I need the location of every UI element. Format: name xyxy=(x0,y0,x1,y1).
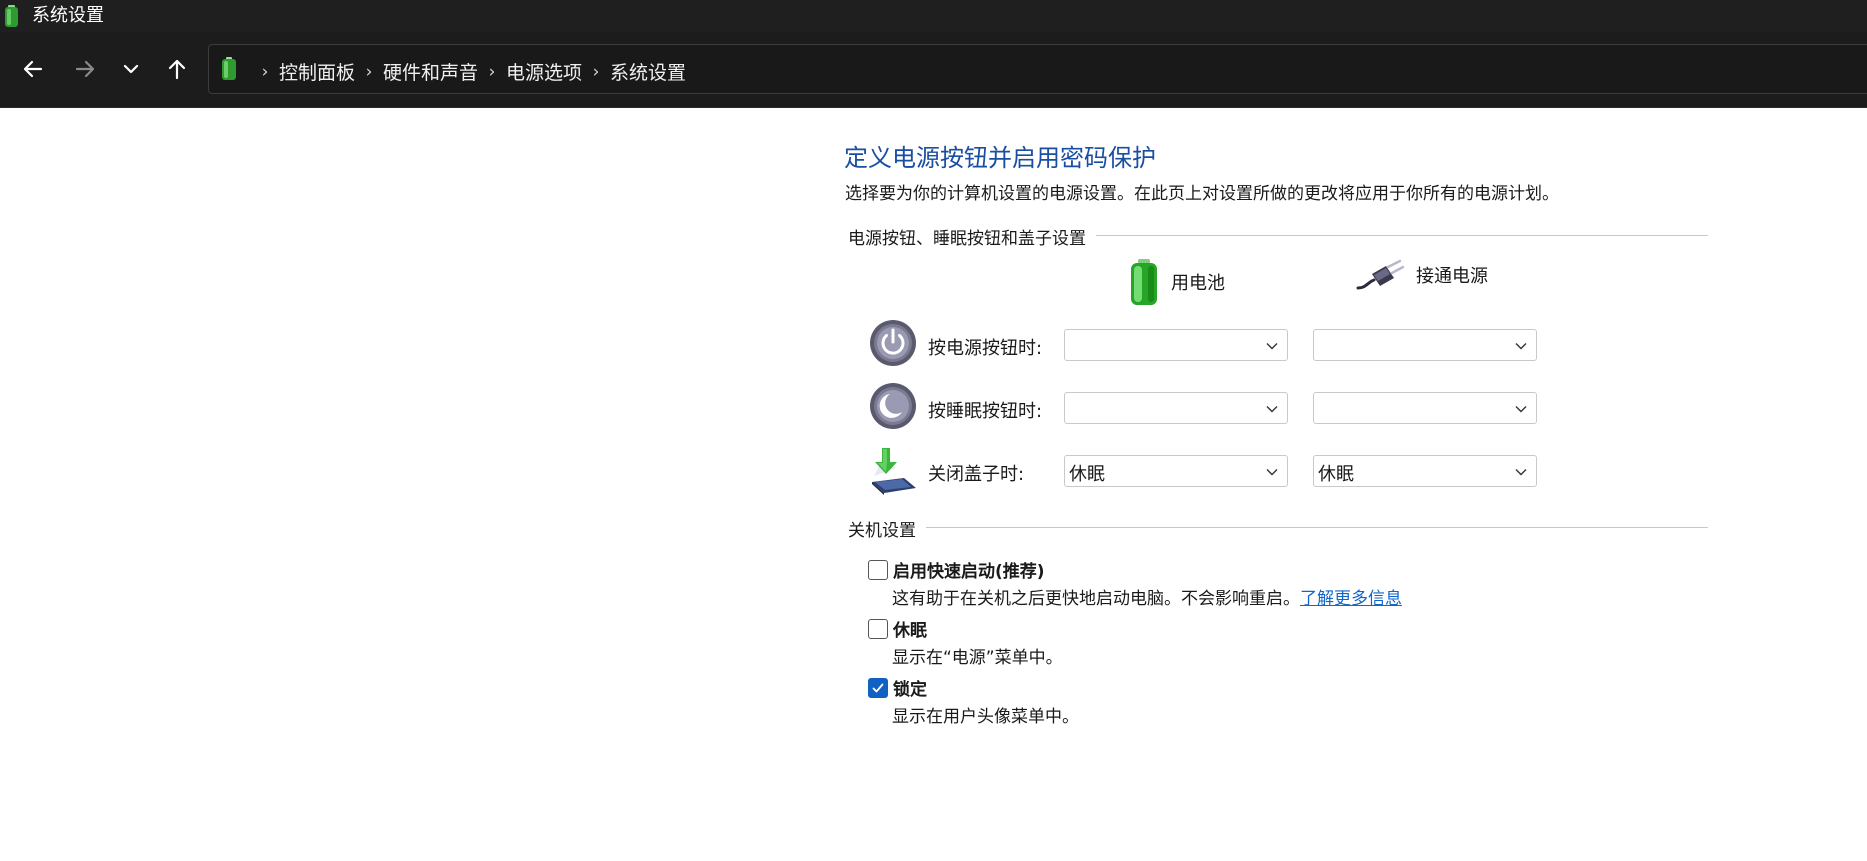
hibernate-label[interactable]: 休眠 xyxy=(893,616,927,641)
battery-location-icon xyxy=(222,57,236,80)
hibernate-description: 显示在“电源”菜单中。 xyxy=(892,648,1063,668)
chevron-down-icon xyxy=(1515,469,1527,476)
title-bar: 系统设置 xyxy=(0,0,1867,32)
breadcrumb-system-settings[interactable]: 系统设置 xyxy=(610,58,686,85)
power-button-battery-select[interactable] xyxy=(1064,329,1288,361)
lock-label[interactable]: 锁定 xyxy=(893,675,927,700)
fast-startup-checkbox[interactable] xyxy=(868,560,888,580)
page-title: 定义电源按钮并启用密码保护 xyxy=(844,144,1156,172)
learn-more-link[interactable]: 了解更多信息 xyxy=(1300,589,1402,609)
section-divider xyxy=(848,527,1708,528)
fast-startup-label[interactable]: 启用快速启动(推荐) xyxy=(893,557,1045,582)
column-label-plugged-in: 接通电源 xyxy=(1416,266,1488,287)
breadcrumb-separator[interactable]: › xyxy=(582,62,610,82)
breadcrumb-separator[interactable]: › xyxy=(251,62,279,82)
breadcrumb-separator[interactable]: › xyxy=(478,62,506,82)
checkmark-icon xyxy=(872,683,884,693)
chevron-down-icon xyxy=(1515,343,1527,350)
sleep-button-plugged-select[interactable] xyxy=(1313,392,1537,424)
lid-close-battery-select[interactable]: 休眠 xyxy=(1064,455,1288,487)
laptop-lid-icon xyxy=(872,448,916,495)
lid-close-label: 关闭盖子时: xyxy=(928,464,1025,485)
battery-app-icon xyxy=(5,5,18,27)
chevron-down-icon xyxy=(1266,406,1278,413)
lock-description: 显示在用户头像菜单中。 xyxy=(892,707,1079,727)
sleep-button-battery-select[interactable] xyxy=(1064,392,1288,424)
chevron-down-icon xyxy=(1515,406,1527,413)
fast-startup-description-text: 这有助于在关机之后更快地启动电脑。不会影响重启。 xyxy=(892,589,1300,609)
power-button-label: 按电源按钮时: xyxy=(928,338,1043,359)
window-title: 系统设置 xyxy=(32,5,104,26)
page-description: 选择要为你的计算机设置的电源设置。在此页上对设置所做的更改将应用于你所有的电源计… xyxy=(845,184,1559,204)
forward-button[interactable] xyxy=(68,52,102,86)
up-button[interactable] xyxy=(160,52,194,86)
breadcrumb-hardware-and-sound[interactable]: 硬件和声音 xyxy=(383,58,478,85)
sleep-button-icon xyxy=(870,383,916,429)
select-value: 休眠 xyxy=(1318,464,1354,485)
chevron-down-icon xyxy=(1266,343,1278,350)
lid-close-plugged-select[interactable]: 休眠 xyxy=(1313,455,1537,487)
select-value: 休眠 xyxy=(1069,464,1105,485)
sleep-button-label: 按睡眠按钮时: xyxy=(928,401,1043,422)
address-bar[interactable]: › 控制面板 › 硬件和声音 › 电源选项 › 系统设置 xyxy=(208,44,1867,94)
arrow-left-icon xyxy=(23,60,43,78)
recent-locations-button[interactable] xyxy=(114,52,148,86)
shutdown-section-heading: 关机设置 xyxy=(848,516,926,541)
column-header-plugged-in: 接通电源 xyxy=(1356,258,1488,292)
column-label-battery: 用电池 xyxy=(1171,273,1225,294)
breadcrumb: › 控制面板 › 硬件和声音 › 电源选项 › 系统设置 xyxy=(251,58,686,85)
column-header-battery: 用电池 xyxy=(1128,258,1225,306)
chevron-down-icon xyxy=(123,64,139,74)
hibernate-checkbox[interactable] xyxy=(868,619,888,639)
back-button[interactable] xyxy=(16,52,50,86)
navigation-bar: › 控制面板 › 硬件和声音 › 电源选项 › 系统设置 xyxy=(0,32,1867,108)
lock-checkbox[interactable] xyxy=(868,678,888,698)
breadcrumb-power-options[interactable]: 电源选项 xyxy=(506,58,582,85)
chevron-down-icon xyxy=(1266,469,1278,476)
power-button-icon xyxy=(870,320,916,366)
power-button-plugged-select[interactable] xyxy=(1313,329,1537,361)
buttons-section-heading: 电源按钮、睡眠按钮和盖子设置 xyxy=(848,224,1096,249)
arrow-up-icon xyxy=(168,59,186,80)
breadcrumb-separator[interactable]: › xyxy=(355,62,383,82)
breadcrumb-control-panel[interactable]: 控制面板 xyxy=(279,58,355,85)
arrow-right-icon xyxy=(75,60,95,78)
fast-startup-description: 这有助于在关机之后更快地启动电脑。不会影响重启。了解更多信息 xyxy=(892,584,1402,609)
battery-icon xyxy=(1131,259,1157,305)
power-plug-icon xyxy=(1356,259,1404,290)
